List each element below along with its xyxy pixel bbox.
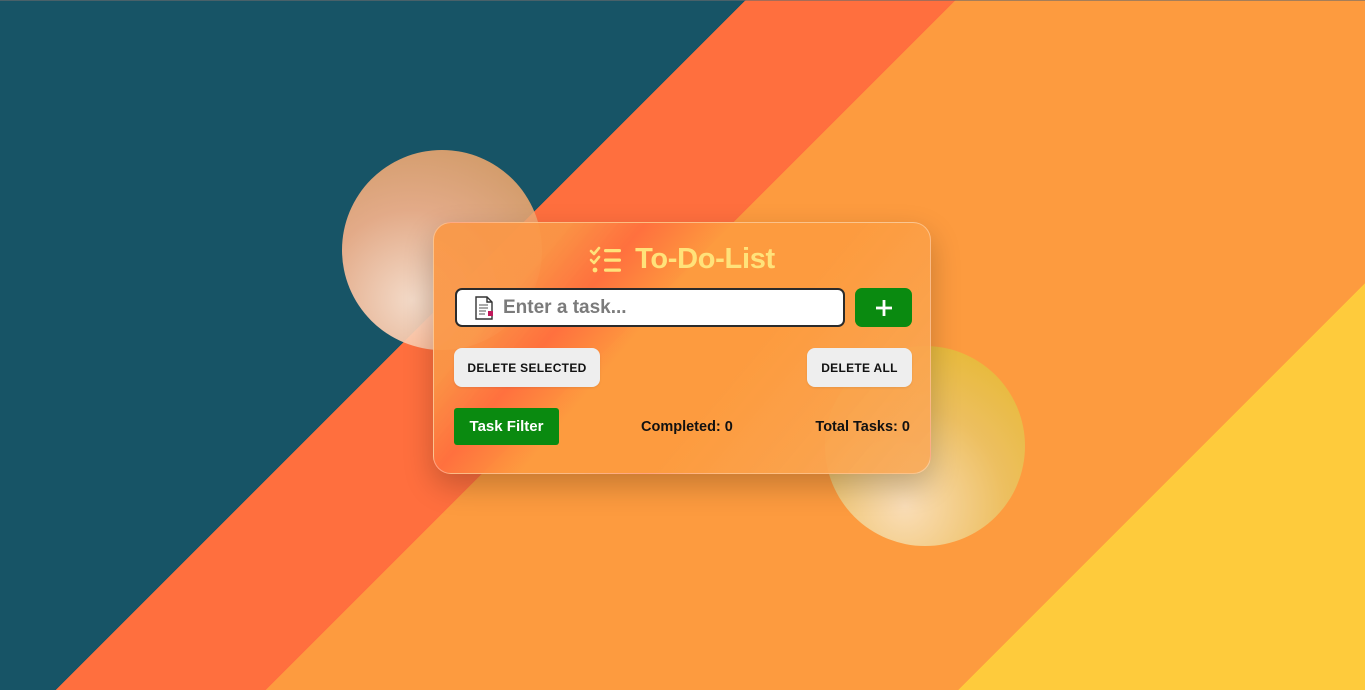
total-label: Total Tasks: [815, 419, 898, 435]
delete-all-label: DELETE ALL [821, 360, 898, 375]
plus-icon [875, 299, 892, 316]
checklist-icon [589, 246, 622, 272]
completed-count: 0 [724, 419, 733, 435]
add-task-button[interactable] [855, 288, 912, 327]
completed-label: Completed: [641, 419, 721, 435]
delete-all-button[interactable]: DELETE ALL [807, 348, 912, 387]
delete-selected-button[interactable]: DELETE SELECTED [454, 348, 600, 387]
app-header: To-Do-List [434, 243, 930, 276]
total-count: 0 [901, 419, 910, 435]
task-input[interactable] [503, 296, 803, 319]
todo-card: To-Do-List DELETE SELECTED D [433, 222, 931, 474]
document-icon [475, 295, 493, 320]
task-filter-button[interactable]: Task Filter [454, 408, 559, 445]
task-filter-label: Task Filter [469, 418, 544, 435]
completed-counter: Completed: 0 [641, 419, 733, 435]
task-input-container[interactable] [455, 288, 845, 327]
total-tasks-counter: Total Tasks: 0 [815, 419, 910, 435]
app-title: To-Do-List [635, 243, 775, 275]
page-background: To-Do-List DELETE SELECTED D [0, 0, 1365, 690]
delete-selected-label: DELETE SELECTED [467, 360, 587, 375]
